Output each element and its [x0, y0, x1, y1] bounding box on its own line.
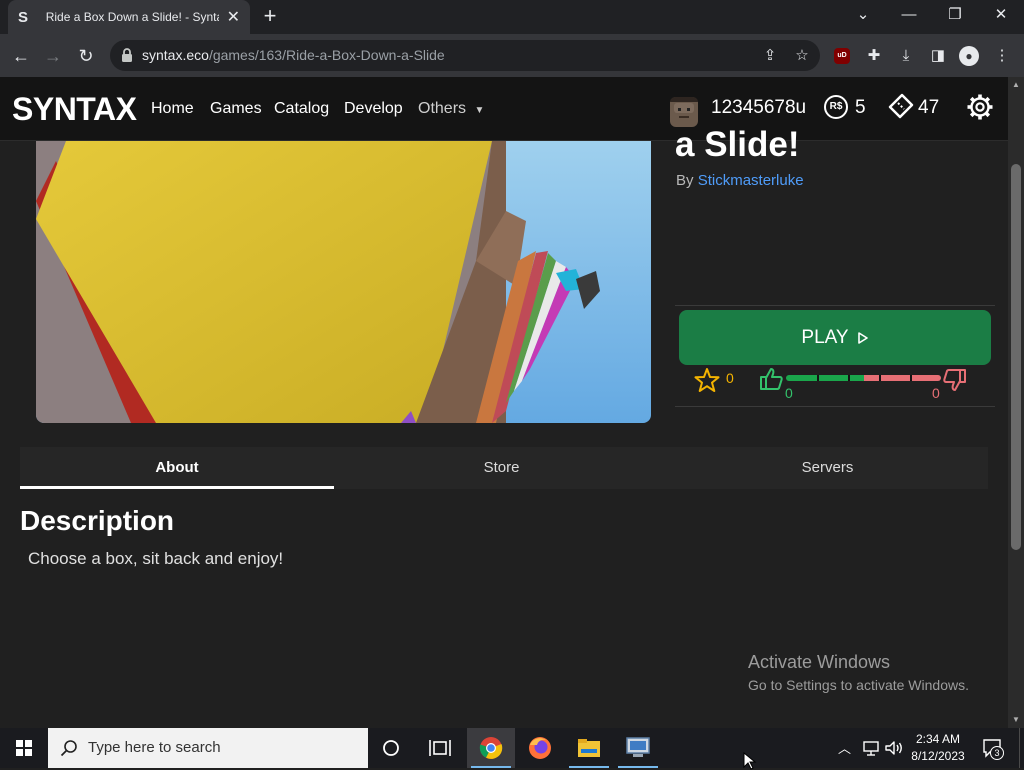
scroll-down-arrow-icon[interactable]: ▼	[1008, 712, 1024, 728]
close-window-button[interactable]: ✕	[978, 0, 1024, 32]
nav-games[interactable]: Games	[210, 100, 262, 118]
control-panel-taskbar-app[interactable]	[614, 728, 662, 768]
tab-search-chevron-icon[interactable]: ⌄	[840, 0, 886, 32]
divider	[675, 406, 995, 407]
web-page: SYNTAX Home Games Catalog Develop Others…	[0, 77, 1008, 728]
divider	[675, 305, 995, 306]
scroll-up-arrow-icon[interactable]: ▲	[1008, 77, 1024, 93]
ublock-extension-icon[interactable]: uD	[830, 44, 854, 68]
robux-icon: R$	[824, 95, 848, 119]
scrollbar-thumb[interactable]	[1011, 164, 1021, 550]
cortana-icon[interactable]	[380, 737, 402, 759]
nav-home[interactable]: Home	[151, 100, 194, 118]
address-bar[interactable]: syntax.eco/games/163/Ride-a-Box-Down-a-S…	[110, 40, 820, 71]
game-thumbnail	[36, 141, 651, 423]
site-favicon-icon: S	[18, 8, 29, 26]
settings-gear-icon[interactable]	[966, 93, 994, 121]
tix-ticket-icon	[888, 93, 914, 119]
search-icon	[60, 740, 77, 757]
browser-tab[interactable]: S Ride a Box Down a Slide! - Syntax ✕	[8, 0, 250, 34]
reload-icon[interactable]: ↻	[73, 43, 99, 69]
minimize-button[interactable]: —	[886, 0, 932, 32]
like-count: 0	[785, 385, 793, 401]
favorite-star-icon[interactable]	[694, 367, 720, 393]
download-icon[interactable]: ⤓	[894, 44, 918, 68]
restore-button[interactable]: ❐	[932, 0, 978, 32]
chrome-menu-icon[interactable]: ⋮	[990, 44, 1014, 68]
favorite-count: 0	[726, 370, 734, 386]
robux-balance[interactable]: 5	[855, 97, 866, 119]
profile-avatar-icon[interactable]: ●	[957, 44, 981, 68]
description-heading: Description	[20, 505, 175, 536]
notification-count: 3	[990, 746, 1004, 760]
site-navbar: SYNTAX Home Games Catalog Develop Others…	[0, 77, 1008, 141]
monitor-app-icon	[626, 737, 650, 757]
windows-taskbar: Type here to search ︿ 2:34 AM 8/12/2023 …	[0, 728, 1024, 770]
task-view-icon[interactable]	[428, 737, 452, 759]
like-ratio-bar	[786, 375, 941, 381]
creator-link[interactable]: Stickmasterluke	[698, 172, 804, 189]
search-placeholder: Type here to search	[88, 739, 221, 756]
windows-start-icon[interactable]	[0, 728, 48, 768]
extensions-puzzle-icon[interactable]: ✚	[862, 44, 886, 68]
url-text[interactable]: syntax.eco/games/163/Ride-a-Box-Down-a-S…	[142, 47, 445, 63]
avatar[interactable]	[670, 97, 698, 127]
taskbar-search-box[interactable]: Type here to search	[48, 728, 368, 768]
nav-others-label: Others	[418, 100, 467, 117]
file-explorer-taskbar-app[interactable]	[565, 728, 613, 768]
nav-catalog[interactable]: Catalog	[274, 100, 329, 118]
chrome-taskbar-app[interactable]	[467, 728, 515, 768]
site-logo[interactable]: SYNTAX	[12, 91, 137, 128]
folder-icon	[578, 739, 600, 757]
play-triangle-icon	[857, 331, 868, 344]
show-hidden-icons-chevron-icon[interactable]: ︿	[838, 738, 851, 757]
notification-center-icon[interactable]: 3	[982, 738, 1004, 760]
nav-others-dropdown[interactable]: Others ▼	[418, 100, 484, 118]
description-text: Choose a box, sit back and enjoy!	[28, 549, 284, 568]
share-icon[interactable]: ⇪	[760, 46, 780, 66]
network-icon[interactable]	[862, 739, 880, 757]
bookmark-star-icon[interactable]: ☆	[792, 46, 812, 66]
browser-toolbar: ← → ↻ syntax.eco/games/163/Ride-a-Box-Do…	[0, 34, 1024, 77]
tab-servers[interactable]: Servers	[667, 447, 988, 489]
browser-tab-strip: S Ride a Box Down a Slide! - Syntax ✕ + …	[0, 0, 1024, 34]
tab-about[interactable]: About	[20, 447, 334, 489]
tab-title: Ride a Box Down a Slide! - Syntax	[45, 10, 219, 24]
thumbs-down-icon[interactable]	[942, 367, 968, 393]
creator-line: By Stickmasterluke	[676, 172, 804, 189]
username[interactable]: 12345678u	[711, 97, 806, 119]
dislike-ratio-fill	[863, 375, 941, 381]
tab-store[interactable]: Store	[340, 447, 663, 489]
thumbs-up-icon[interactable]	[758, 366, 784, 392]
page-scrollbar[interactable]: ▲ ▼	[1008, 77, 1024, 728]
tab-close-icon[interactable]: ✕	[227, 7, 240, 27]
back-icon[interactable]: ←	[8, 43, 34, 69]
side-panel-icon[interactable]: ◨	[926, 44, 950, 68]
caret-down-icon: ▼	[474, 105, 485, 116]
nav-develop[interactable]: Develop	[344, 100, 403, 118]
play-button[interactable]: PLAY	[679, 310, 991, 365]
taskbar-clock[interactable]: 2:34 AM 8/12/2023	[900, 731, 976, 765]
new-tab-button[interactable]: +	[258, 4, 282, 28]
like-ratio-fill	[786, 375, 864, 381]
activate-windows-watermark: Activate Windows Go to Settings to activ…	[748, 652, 969, 693]
show-desktop-button[interactable]	[1019, 728, 1024, 768]
forward-icon[interactable]: →	[40, 43, 66, 69]
dislike-count: 0	[932, 385, 940, 401]
game-title: a Slide!	[675, 125, 800, 164]
firefox-icon	[529, 737, 551, 759]
chrome-icon	[479, 737, 503, 759]
lock-icon[interactable]	[120, 47, 134, 63]
firefox-taskbar-app[interactable]	[516, 728, 564, 768]
tix-balance[interactable]: 47	[918, 97, 939, 119]
game-tabs: About Store Servers	[20, 447, 988, 489]
